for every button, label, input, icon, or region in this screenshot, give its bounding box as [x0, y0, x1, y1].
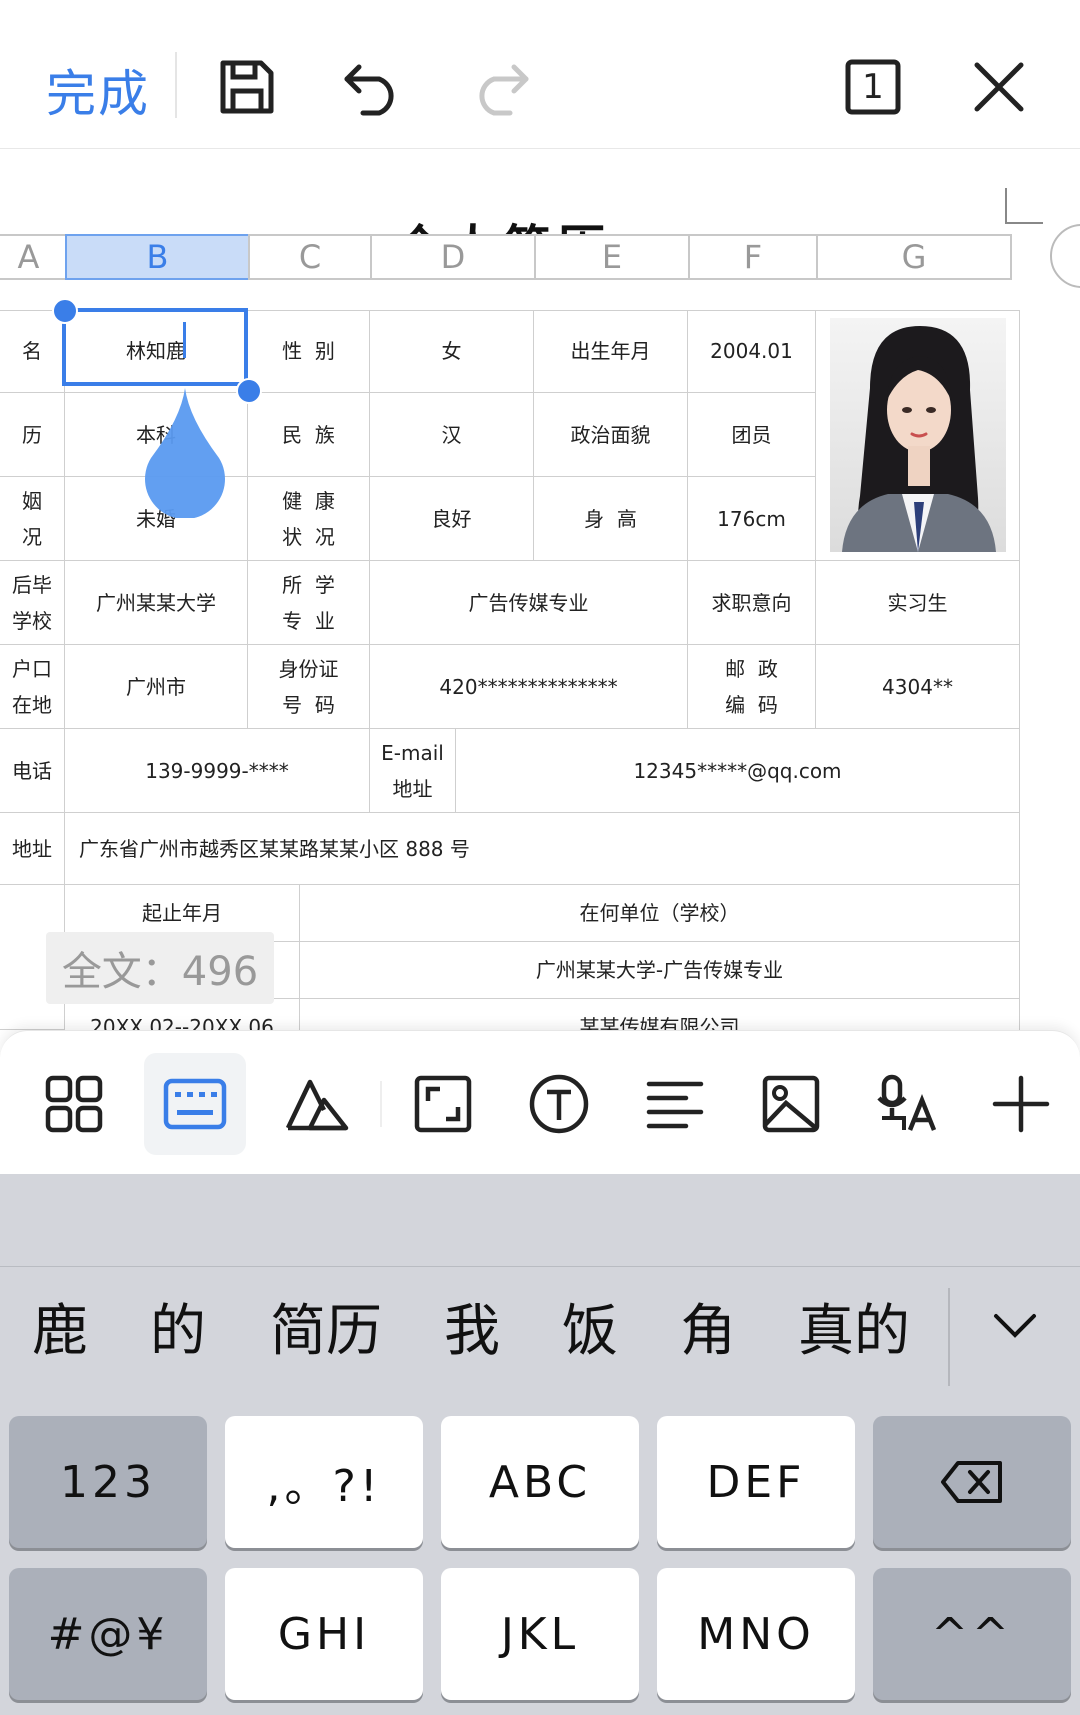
done-button[interactable]: 完成	[46, 54, 150, 126]
table-cell[interactable]: 汉	[370, 393, 534, 477]
table-cell[interactable]: 广州市	[65, 645, 248, 729]
table-cell[interactable]: 政治面貌	[534, 393, 688, 477]
table-cell[interactable]: 姻 况	[0, 477, 65, 561]
table-cell[interactable]: 户口 在地	[0, 645, 65, 729]
address-cell[interactable]: 广东省广州市越秀区某某路某某小区 888 号	[65, 813, 1020, 885]
toolbar-divider	[175, 52, 177, 118]
candidate-item[interactable]: 简历	[270, 1286, 382, 1367]
redo-icon[interactable]	[465, 52, 535, 122]
table-cell[interactable]: 历	[0, 393, 65, 477]
save-icon[interactable]	[212, 52, 282, 122]
profile-photo	[829, 318, 1006, 552]
column-header-g[interactable]: G	[816, 234, 1012, 280]
apps-icon[interactable]	[23, 1053, 125, 1155]
table-cell[interactable]: 420**************	[370, 645, 688, 729]
cell-selection-box	[62, 308, 248, 386]
table-cell[interactable]: 出生年月	[534, 310, 688, 393]
candidate-item[interactable]: 我	[444, 1286, 500, 1367]
align-icon[interactable]	[624, 1053, 726, 1155]
table-cell[interactable]: 邮 政 编 码	[688, 645, 816, 729]
backspace-icon	[941, 1461, 1002, 1503]
cursor-drag-handle[interactable]	[143, 388, 227, 518]
selection-handle-start[interactable]	[52, 298, 78, 324]
table-cell[interactable]: 性 别	[248, 310, 370, 393]
table-cell[interactable]: 176cm	[688, 477, 816, 561]
image-icon[interactable]	[740, 1053, 842, 1155]
candidate-bar: 鹿 的 简历 我 饭 角 真的	[0, 1266, 1080, 1386]
selection-handle-end[interactable]	[236, 378, 262, 404]
column-header-b[interactable]: B	[65, 234, 248, 280]
keyboard-top-strip	[0, 1174, 1080, 1267]
table-cell[interactable]: E-mail 地址	[370, 729, 456, 813]
column-header-c[interactable]: C	[248, 234, 370, 280]
candidate-item[interactable]: 真的	[798, 1286, 910, 1367]
table-cell[interactable]: 广告传媒专业	[370, 561, 688, 645]
table-cell[interactable]: 139-9999-****	[65, 729, 370, 813]
column-header-e[interactable]: E	[534, 234, 688, 280]
spreadsheet-area[interactable]: 个人简历 A B C D E F G 名 林知鹿 性 别 女 出生年月 2004…	[0, 150, 1080, 1030]
page-count-icon[interactable]: 1	[838, 52, 908, 122]
key-jkl[interactable]: JKL	[441, 1568, 639, 1700]
key-emoticon[interactable]: ^^	[873, 1568, 1071, 1700]
table-cell[interactable]: 在何单位（学校）	[300, 885, 1020, 942]
side-handle[interactable]	[1050, 224, 1080, 288]
table-cell[interactable]: 团员	[688, 393, 816, 477]
tool-divider	[380, 1081, 382, 1127]
table-cell[interactable]: 某某传媒有限公司	[300, 999, 1020, 1030]
candidate-item[interactable]: 的	[150, 1286, 206, 1367]
table-cell[interactable]: 12345*****@qq.com	[456, 729, 1020, 813]
text-icon[interactable]	[508, 1053, 610, 1155]
table-cell[interactable]: 4304**	[816, 645, 1020, 729]
chevron-down-icon[interactable]	[990, 1306, 1040, 1346]
candidate-item[interactable]: 角	[680, 1286, 736, 1367]
table-cell[interactable]: 身份证 号 码	[248, 645, 370, 729]
undo-icon[interactable]	[338, 52, 408, 122]
table-cell[interactable]: 电话	[0, 729, 65, 813]
candidate-item[interactable]: 鹿	[32, 1286, 88, 1367]
table-cell[interactable]: 名	[0, 310, 65, 393]
table-cell[interactable]: 广州某某大学	[65, 561, 248, 645]
text-style-icon[interactable]	[266, 1053, 368, 1155]
page-corner-mark	[1005, 188, 1043, 224]
column-header-a[interactable]: A	[0, 234, 65, 280]
photo-cell[interactable]	[816, 310, 1020, 561]
key-punctuation[interactable]: ,。?!	[225, 1416, 423, 1548]
table-cell[interactable]: 良好	[370, 477, 534, 561]
candidate-divider	[948, 1288, 950, 1386]
table-cell[interactable]: 2004.01	[688, 310, 816, 393]
backspace-key[interactable]	[873, 1416, 1071, 1548]
close-icon[interactable]	[964, 52, 1034, 122]
table-cell[interactable]: 女	[370, 310, 534, 393]
table-cell[interactable]: 实习生	[816, 561, 1020, 645]
plus-icon[interactable]	[970, 1053, 1072, 1155]
key-ghi[interactable]: GHI	[225, 1568, 423, 1700]
table-cell[interactable]: 广州某某大学-广告传媒专业	[300, 942, 1020, 999]
column-header-f[interactable]: F	[688, 234, 816, 280]
key-abc[interactable]: ABC	[441, 1416, 639, 1548]
key-123[interactable]: 123	[9, 1416, 207, 1548]
column-header-d[interactable]: D	[370, 234, 534, 280]
word-count-badge: 全文：496	[46, 932, 274, 1004]
column-header-bar: A B C D E F G	[0, 234, 1020, 284]
table-cell[interactable]: 求职意向	[688, 561, 816, 645]
fullscreen-icon[interactable]	[392, 1053, 494, 1155]
keyboard-icon[interactable]	[144, 1053, 246, 1155]
candidate-item[interactable]: 饭	[562, 1286, 618, 1367]
edit-tool-bar	[0, 1030, 1080, 1175]
key-def[interactable]: DEF	[657, 1416, 855, 1548]
table-cell[interactable]: 民 族	[248, 393, 370, 477]
keyboard: 鹿 的 简历 我 饭 角 真的 123 ,。?! ABC DEF #@¥ GHI…	[0, 1174, 1080, 1715]
table-cell[interactable]: 身 高	[534, 477, 688, 561]
table-cell[interactable]: 地址	[0, 813, 65, 885]
page-number: 1	[862, 67, 884, 107]
key-symbols[interactable]: #@¥	[9, 1568, 207, 1700]
table-cell[interactable]: 所 学 专 业	[248, 561, 370, 645]
table-cell[interactable]: 后毕 学校	[0, 561, 65, 645]
text-cursor	[183, 322, 186, 358]
table-cell[interactable]: 健 康 状 况	[248, 477, 370, 561]
top-toolbar: 完成 1	[0, 0, 1080, 149]
key-mno[interactable]: MNO	[657, 1568, 855, 1700]
voice-translate-icon[interactable]	[855, 1053, 957, 1155]
